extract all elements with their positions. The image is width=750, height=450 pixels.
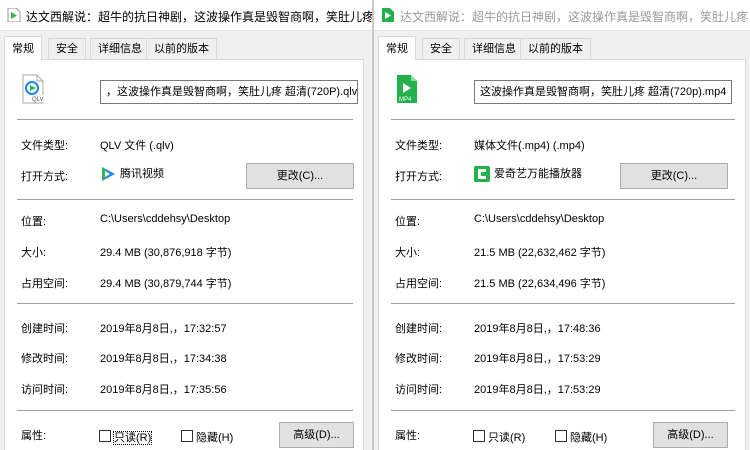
advanced-button[interactable]: 高级(D)...: [653, 422, 728, 448]
filename-field[interactable]: ，这波操作真是毁智商啊，笑肚儿疼 超清(720P).qlv: [100, 80, 358, 104]
hidden-label: 隐藏(H): [196, 432, 234, 444]
created-label: 创建时间:: [21, 323, 69, 335]
mp4-file-icon: MP4: [397, 75, 417, 103]
mp4-file-icon: [382, 8, 394, 22]
attributes-label: 属性:: [395, 430, 421, 442]
size-value: 29.4 MB (30,876,918 字节): [100, 247, 232, 259]
open-with-label: 打开方式:: [21, 171, 69, 183]
hidden-label: 隐藏(H): [570, 432, 608, 444]
filename-field[interactable]: 这波操作真是毁智商啊，笑肚儿疼 超清(720p).mp4: [474, 80, 732, 104]
tab-details[interactable]: 详细信息: [464, 38, 524, 59]
checkbox-box[interactable]: [181, 430, 193, 442]
title-bar[interactable]: 达文西解说：超牛的抗日神剧，这波操作真是毁智商啊，笑肚儿疼: [374, 0, 750, 31]
size-label: 大小:: [395, 247, 421, 259]
modified-value: 2019年8月8日,，17:53:29: [474, 353, 601, 365]
tab-details[interactable]: 详细信息: [90, 38, 150, 59]
qlv-file-icon: QLV: [22, 74, 44, 104]
iqiyi-player-icon: [474, 166, 490, 183]
accessed-label: 访问时间:: [395, 384, 443, 396]
created-value: 2019年8月8日,，17:48:36: [474, 323, 601, 335]
readonly-label: 只读(R): [112, 431, 153, 445]
open-with-app-name: 腾讯视频: [120, 168, 164, 180]
file-type-value: 媒体文件(.mp4) (.mp4): [474, 140, 585, 152]
open-with-app-name: 爱奇艺万能播放器: [494, 168, 582, 180]
location-value: C:\Users\cddehsy\Desktop: [474, 213, 605, 225]
divider: [391, 303, 735, 304]
tab-security[interactable]: 安全: [422, 38, 460, 59]
tab-security[interactable]: 安全: [48, 38, 86, 59]
readonly-checkbox[interactable]: 只读(R): [473, 429, 525, 445]
modified-label: 修改时间:: [21, 353, 69, 365]
size-value: 21.5 MB (22,632,462 字节): [474, 247, 606, 259]
readonly-label: 只读(R): [488, 432, 526, 444]
tab-previous-versions[interactable]: 以前的版本: [520, 38, 591, 59]
accessed-label: 访问时间:: [21, 384, 69, 396]
general-panel: MP4 这波操作真是毁智商啊，笑肚儿疼 超清(720p).mp4 文件类型: 媒…: [378, 59, 746, 450]
window-title: 达文西解说：超牛的抗日神剧，这波操作真是毁智商啊，笑肚儿疼: [26, 10, 372, 24]
divider: [17, 303, 353, 304]
hidden-checkbox[interactable]: 隐藏(H): [181, 429, 233, 445]
tab-general[interactable]: 常规: [378, 36, 416, 60]
attributes-label: 属性:: [21, 430, 47, 442]
disk-size-label: 占用空间:: [395, 278, 443, 290]
divider: [391, 410, 735, 411]
disk-size-value: 21.5 MB (22,634,496 字节): [474, 278, 606, 290]
file-icon-label: MP4: [399, 97, 412, 103]
tab-previous-versions[interactable]: 以前的版本: [146, 38, 217, 59]
properties-window-mp4: 达文西解说：超牛的抗日神剧，这波操作真是毁智商啊，笑肚儿疼 常规 安全 详细信息…: [374, 0, 750, 450]
location-value: C:\Users\cddehsy\Desktop: [100, 213, 231, 225]
readonly-checkbox[interactable]: 只读(R): [99, 429, 153, 445]
window-title: 达文西解说：超牛的抗日神剧，这波操作真是毁智商啊，笑肚儿疼: [400, 10, 749, 24]
location-label: 位置:: [21, 216, 47, 228]
divider: [17, 410, 353, 411]
file-type-value: QLV 文件 (.qlv): [100, 140, 174, 152]
accessed-value: 2019年8月8日,，17:35:56: [100, 384, 227, 396]
size-label: 大小:: [21, 247, 47, 259]
divider: [17, 119, 353, 120]
open-with-value: 腾讯视频: [100, 165, 164, 182]
open-with-value: 爱奇艺万能播放器: [474, 165, 582, 183]
properties-window-qlv: 达文西解说：超牛的抗日神剧，这波操作真是毁智商啊，笑肚儿疼 常规 安全 详细信息…: [0, 0, 372, 450]
hidden-checkbox[interactable]: 隐藏(H): [555, 429, 607, 445]
disk-size-label: 占用空间:: [21, 278, 69, 290]
location-label: 位置:: [395, 216, 421, 228]
divider: [391, 199, 735, 200]
tab-general[interactable]: 常规: [4, 36, 42, 60]
change-button[interactable]: 更改(C)...: [246, 163, 354, 189]
checkbox-box[interactable]: [99, 430, 111, 442]
file-icon-label: QLV: [32, 97, 44, 103]
accessed-value: 2019年8月8日,，17:53:29: [474, 384, 601, 396]
checkbox-box[interactable]: [473, 430, 485, 442]
advanced-button[interactable]: 高级(D)...: [279, 422, 354, 448]
disk-size-value: 29.4 MB (30,879,744 字节): [100, 278, 232, 290]
change-button[interactable]: 更改(C)...: [620, 163, 728, 189]
created-value: 2019年8月8日,，17:32:57: [100, 323, 227, 335]
modified-value: 2019年8月8日,，17:34:38: [100, 353, 227, 365]
file-type-label: 文件类型:: [395, 140, 443, 152]
qlv-file-icon: [7, 8, 21, 22]
created-label: 创建时间:: [395, 323, 443, 335]
open-with-label: 打开方式:: [395, 171, 443, 183]
file-type-label: 文件类型:: [21, 140, 69, 152]
divider: [17, 199, 353, 200]
divider: [391, 119, 735, 120]
tencent-video-icon: [102, 167, 115, 182]
general-panel: QLV ，这波操作真是毁智商啊，笑肚儿疼 超清(720P).qlv 文件类型: …: [4, 59, 364, 450]
checkbox-box[interactable]: [555, 430, 567, 442]
title-bar[interactable]: 达文西解说：超牛的抗日神剧，这波操作真是毁智商啊，笑肚儿疼: [0, 0, 372, 31]
modified-label: 修改时间:: [395, 353, 443, 365]
